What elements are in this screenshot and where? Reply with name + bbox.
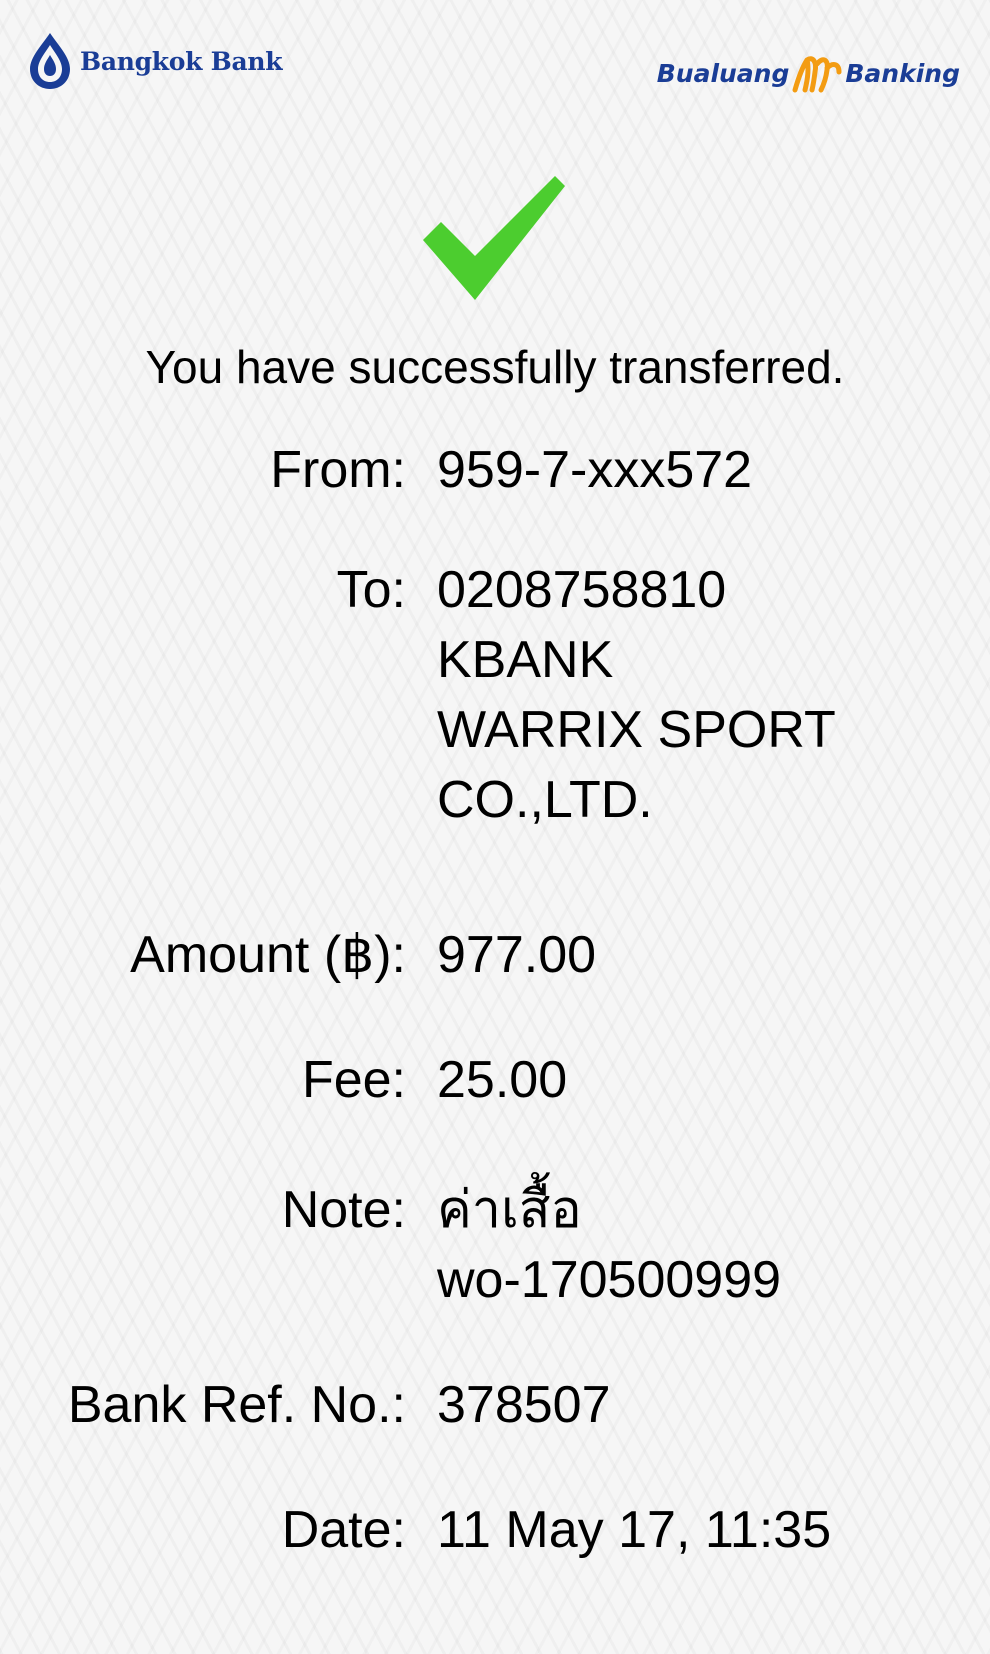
note-value: ค่าเสื้อ wo-170500999 (437, 1175, 977, 1315)
amount-label: Amount (฿): (130, 926, 406, 984)
fee-label: Fee: (301, 1051, 406, 1109)
date-value: 11 May 17, 11:35 (437, 1501, 832, 1559)
fee-value: 25.00 (437, 1051, 568, 1109)
m-letter-icon (792, 56, 842, 93)
to-account-number: 0208758810 (437, 561, 727, 619)
from-label: From: (270, 441, 406, 499)
to-label: To: (336, 561, 406, 619)
app-name-part2: Banking (845, 58, 960, 88)
bank-ref-label: Bank Ref. No.: (67, 1376, 406, 1434)
bangkok-bank-logo: Bangkok Bank (28, 30, 283, 92)
bangkok-bank-logo-icon (30, 33, 70, 89)
from-value: 959-7-xxx572 (437, 441, 753, 499)
bank-ref-value: 378507 (437, 1376, 611, 1434)
note-line2: wo-170500999 (437, 1251, 782, 1309)
bualuang-mbanking-logo: Bualuang Banking (657, 52, 960, 94)
to-value: 0208758810 KBANK WARRIX SPORT CO.,LTD. (437, 555, 977, 835)
amount-value: 977.00 (437, 926, 597, 984)
header: Bangkok Bank Bualuang Banking (0, 0, 990, 120)
to-account-name-line1: WARRIX SPORT (437, 701, 836, 759)
to-account-name-line2: CO.,LTD. (437, 771, 653, 829)
app-name-part1: Bualuang (656, 58, 790, 88)
note-line1: ค่าเสื้อ (437, 1181, 582, 1239)
date-label: Date: (281, 1501, 406, 1559)
checkmark-icon (423, 176, 565, 300)
bank-name: Bangkok Bank (80, 46, 283, 76)
to-bank-name: KBANK (437, 631, 614, 689)
success-message: You have successfully transferred. (145, 341, 845, 393)
note-label: Note: (281, 1181, 406, 1239)
